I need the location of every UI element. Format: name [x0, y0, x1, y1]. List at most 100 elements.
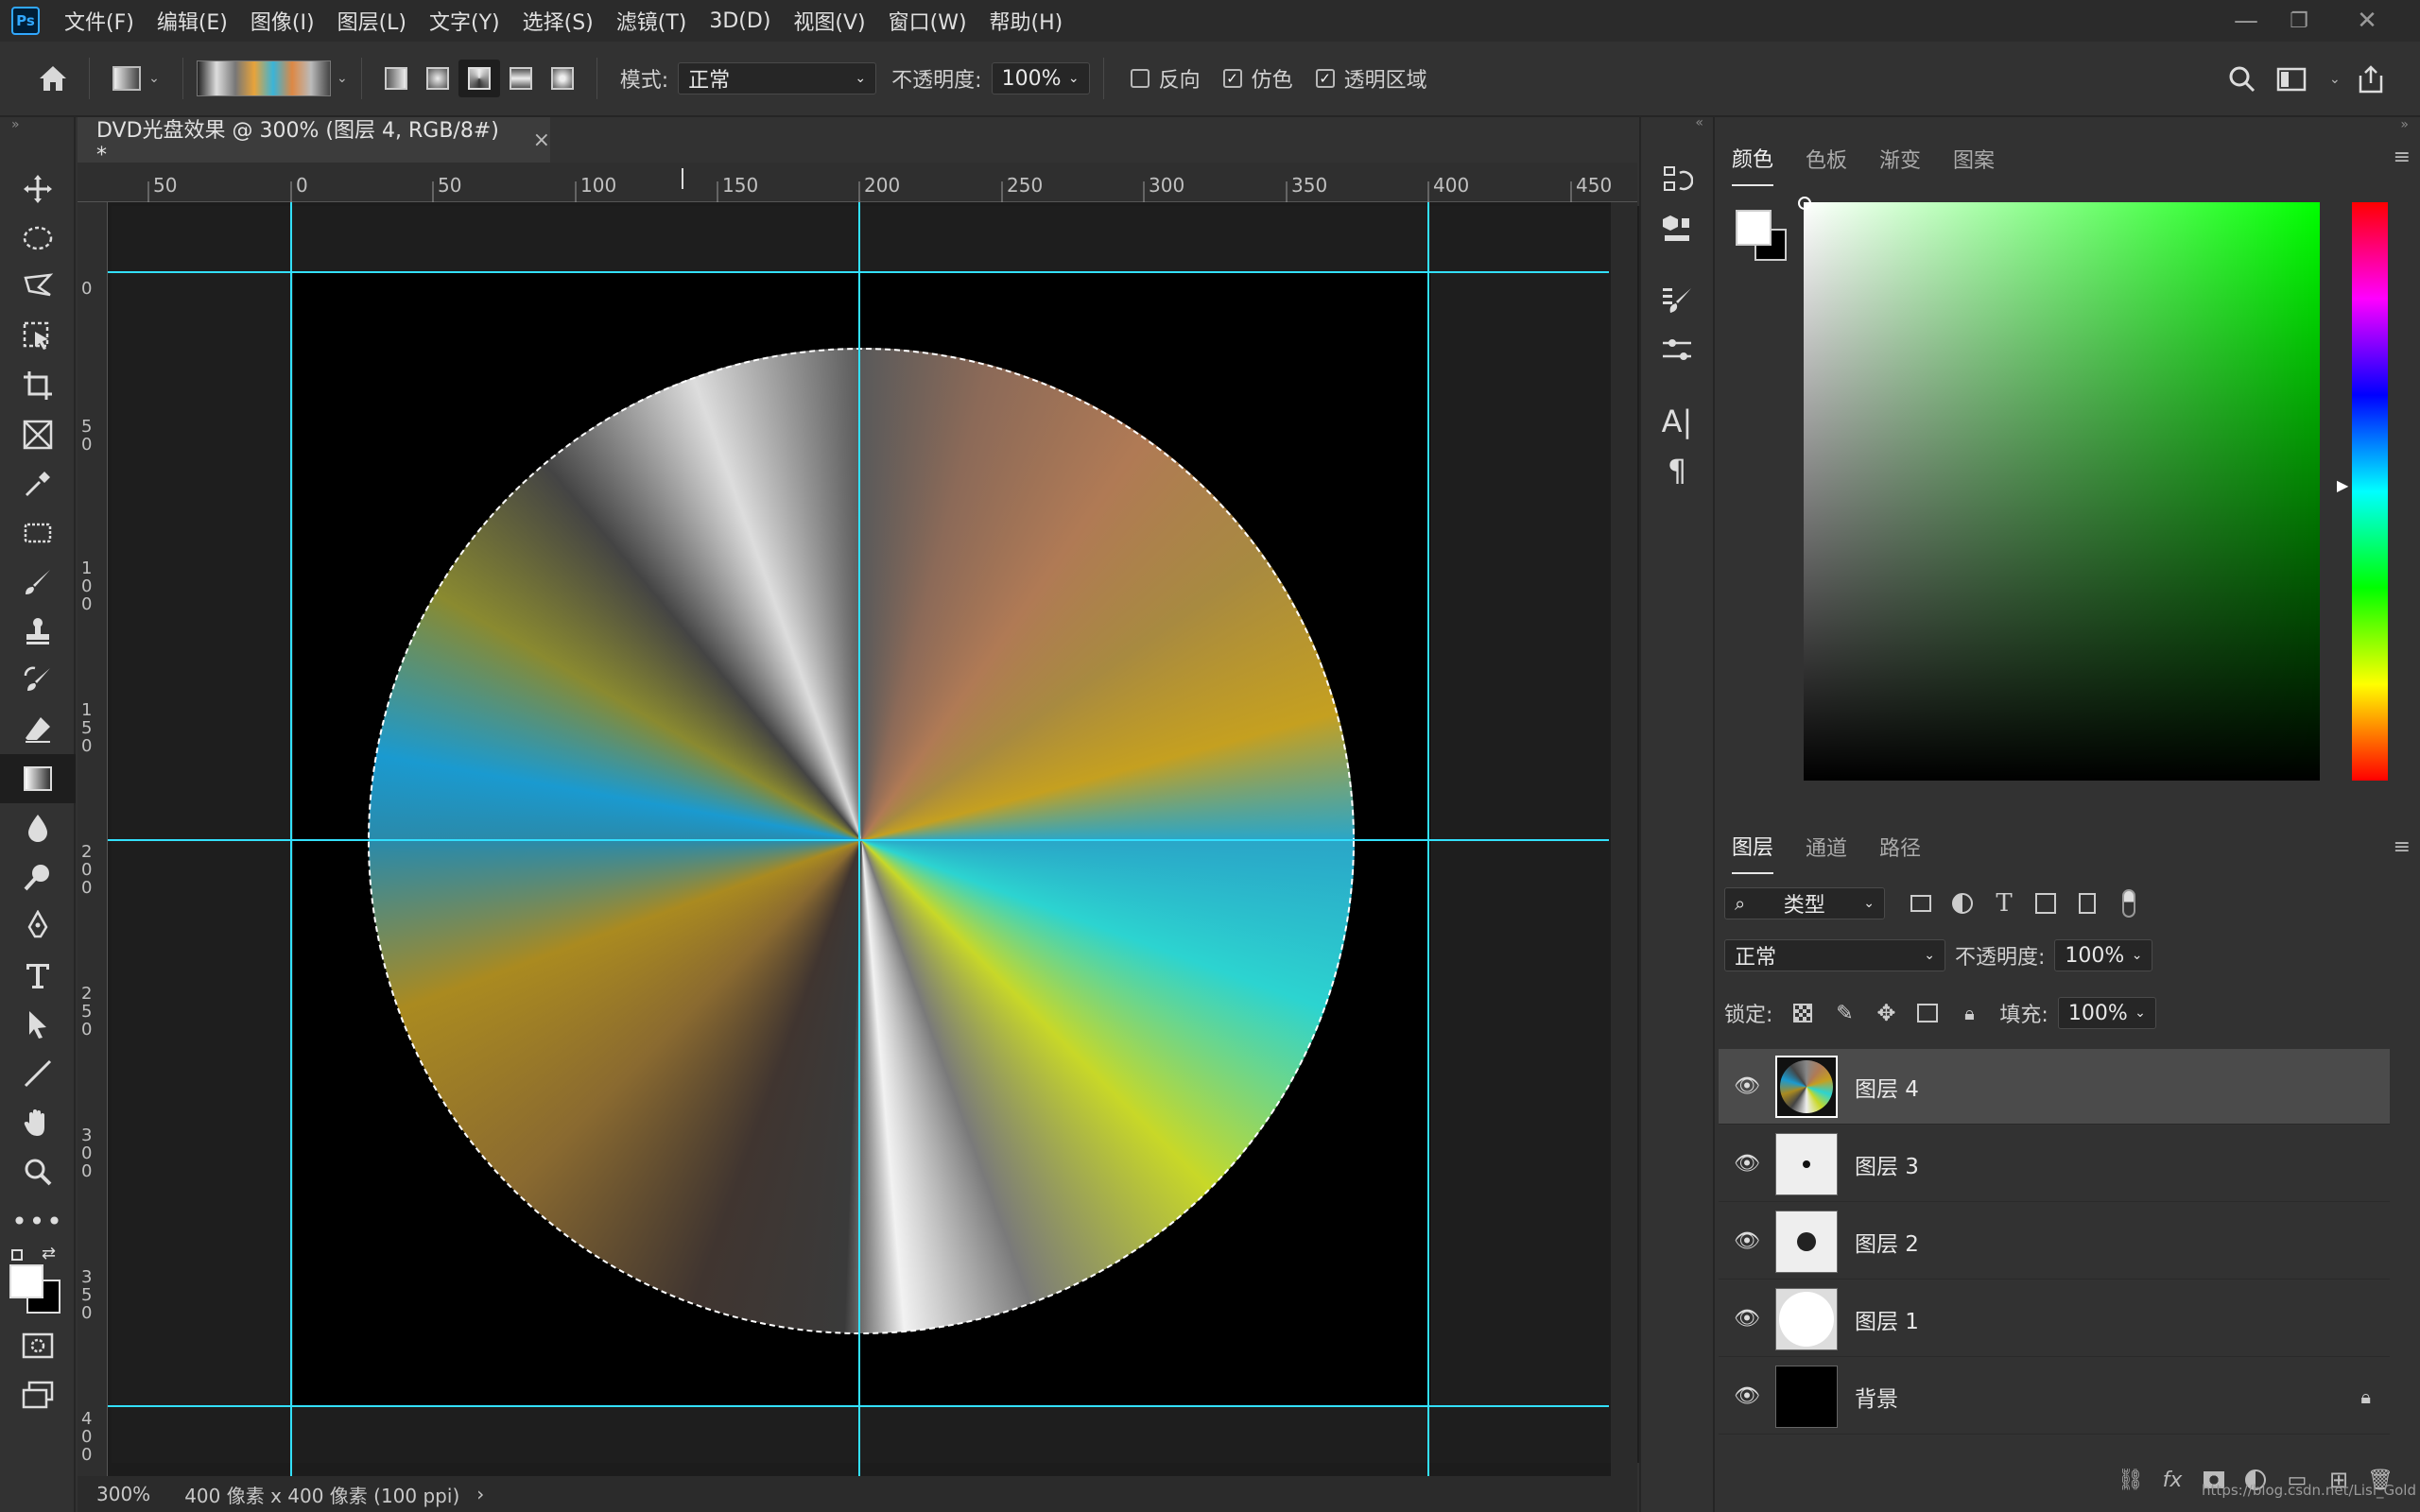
lock-image-button[interactable]: ✎ — [1824, 994, 1865, 1032]
path-selection-tool[interactable] — [0, 1000, 76, 1049]
brush-settings-button[interactable] — [1641, 276, 1713, 325]
tab-patterns[interactable]: 图案 — [1953, 132, 1995, 185]
collapse-icon[interactable]: » — [1717, 117, 2420, 132]
layer-row[interactable]: 👁︎ 背景 🔒︎ — [1719, 1359, 2390, 1435]
visibility-toggle[interactable]: 👁︎ — [1719, 1229, 1775, 1253]
canvas[interactable] — [78, 163, 1637, 1476]
reverse-checkbox[interactable] — [1130, 69, 1150, 88]
zoom-tool[interactable] — [0, 1147, 76, 1196]
eyedropper-tool[interactable] — [0, 459, 76, 508]
3d-panel-button[interactable] — [1641, 204, 1713, 253]
layer-row[interactable]: 👁︎ 图层 2 — [1719, 1204, 2390, 1280]
filter-shape-button[interactable] — [2025, 885, 2066, 922]
visibility-toggle[interactable]: 👁︎ — [1719, 1307, 1775, 1331]
diamond-gradient-button[interactable] — [542, 60, 583, 97]
patch-tool[interactable] — [0, 508, 76, 558]
home-button[interactable] — [30, 60, 76, 97]
tab-layers[interactable]: 图层 — [1732, 819, 1774, 874]
mode-select[interactable]: 正常 ⌄ — [678, 62, 877, 94]
character-panel-button[interactable]: A| — [1641, 397, 1713, 446]
visibility-toggle[interactable]: 👁︎ — [1719, 1152, 1775, 1176]
menu-layer[interactable]: 图层(L) — [326, 6, 418, 36]
foreground-color-swatch[interactable] — [9, 1264, 43, 1298]
crop-tool[interactable] — [0, 361, 76, 410]
panel-menu-icon[interactable]: ≡ — [2394, 146, 2411, 169]
dodge-tool[interactable] — [0, 852, 76, 902]
tool-preset-picker[interactable]: ⌄ — [103, 60, 169, 97]
history-brush-tool[interactable] — [0, 656, 76, 705]
menu-select[interactable]: 选择(S) — [511, 6, 605, 36]
move-tool[interactable] — [0, 164, 76, 214]
filter-toggle[interactable] — [2108, 885, 2150, 922]
type-tool[interactable] — [0, 951, 76, 1000]
menu-view[interactable]: 视图(V) — [782, 6, 876, 36]
lock-artboard-button[interactable] — [1907, 994, 1948, 1032]
lock-transparent-button[interactable] — [1782, 994, 1824, 1032]
object-selection-tool[interactable] — [0, 312, 76, 361]
panel-menu-icon[interactable]: ≡ — [2394, 835, 2411, 859]
layer-opacity-input[interactable]: 100% ⌄ — [2054, 939, 2153, 971]
collapse-icon[interactable]: « — [1641, 116, 1713, 155]
brush-tool[interactable] — [0, 558, 76, 607]
blur-tool[interactable] — [0, 803, 76, 852]
screen-mode-button[interactable] — [0, 1370, 76, 1419]
tab-color[interactable]: 颜色 — [1732, 131, 1774, 186]
tab-paths[interactable]: 路径 — [1879, 820, 1921, 873]
hue-slider[interactable] — [2352, 202, 2388, 781]
lock-all-button[interactable]: 🔒︎ — [1948, 994, 1990, 1032]
linear-gradient-button[interactable] — [375, 60, 417, 97]
chevron-down-icon[interactable]: ⌄ — [2329, 72, 2341, 87]
quick-mask-button[interactable] — [0, 1321, 76, 1370]
document-tab[interactable]: DVD光盘效果 @ 300% (图层 4, RGB/8#) * × — [78, 117, 550, 167]
transparency-checkbox[interactable]: ✓ — [1315, 69, 1335, 88]
vertical-scrollbar[interactable] — [1611, 202, 1637, 1476]
visibility-toggle[interactable]: 👁︎ — [1719, 1384, 1775, 1408]
vertical-ruler[interactable]: 0 5 0 1 0 0 1 5 0 2 0 0 2 5 0 3 0 0 3 5 … — [78, 202, 108, 1476]
pen-tool[interactable] — [0, 902, 76, 951]
menu-filter[interactable]: 滤镜(T) — [605, 6, 699, 36]
tab-swatches[interactable]: 色板 — [1806, 132, 1847, 185]
collapse-icon[interactable]: » — [0, 117, 74, 132]
fill-input[interactable]: 100% ⌄ — [2057, 997, 2156, 1029]
panel-foreground-swatch[interactable] — [1736, 210, 1772, 246]
reflected-gradient-button[interactable] — [500, 60, 542, 97]
add-style-button[interactable]: fx — [2152, 1461, 2193, 1499]
opacity-input[interactable]: 100% ⌄ — [991, 62, 1090, 94]
share-button[interactable] — [2350, 60, 2392, 98]
lock-position-button[interactable]: ✥ — [1865, 994, 1907, 1032]
layer-filter-select[interactable]: ⌕ 类型 ⌄ — [1724, 887, 1885, 919]
workspace-button[interactable] — [2263, 60, 2320, 98]
restore-button[interactable]: ❐ — [2273, 0, 2325, 42]
search-button[interactable] — [2221, 60, 2263, 98]
tab-gradients[interactable]: 渐变 — [1879, 132, 1921, 185]
frame-tool[interactable] — [0, 410, 76, 459]
lasso-tool[interactable] — [0, 263, 76, 312]
paragraph-panel-button[interactable]: ¶ — [1641, 446, 1713, 495]
layer-row[interactable]: 👁︎ 图层 4 — [1719, 1049, 2390, 1125]
line-tool[interactable] — [0, 1049, 76, 1098]
gradient-picker[interactable]: ⌄ — [197, 60, 348, 96]
clone-stamp-tool[interactable] — [0, 607, 76, 656]
swap-colors-icon[interactable]: ⇄ — [42, 1244, 56, 1263]
dither-checkbox[interactable]: ✓ — [1222, 69, 1242, 88]
horizontal-ruler[interactable]: 50 0 50 100 150 200 250 300 350 400 450 — [78, 163, 1637, 202]
saturation-brightness-field[interactable] — [1798, 197, 2320, 781]
tab-channels[interactable]: 通道 — [1806, 820, 1847, 873]
hand-tool[interactable] — [0, 1098, 76, 1147]
close-tab-icon[interactable]: × — [533, 129, 550, 152]
close-button[interactable]: ✕ — [2341, 0, 2394, 42]
status-menu-arrow[interactable]: › — [476, 1483, 484, 1505]
angle-gradient-button[interactable] — [458, 60, 500, 97]
radial-gradient-button[interactable] — [417, 60, 458, 97]
layer-row[interactable]: 👁︎ 图层 3 — [1719, 1126, 2390, 1202]
filter-smart-object-button[interactable] — [2066, 885, 2108, 922]
filter-type-button[interactable]: T — [1983, 885, 2025, 922]
history-panel-button[interactable] — [1641, 155, 1713, 204]
visibility-toggle[interactable]: 👁︎ — [1719, 1074, 1775, 1098]
blend-mode-select[interactable]: 正常 ⌄ — [1724, 939, 1945, 971]
menu-type[interactable]: 文字(Y) — [418, 6, 511, 36]
default-colors-icon[interactable] — [11, 1249, 23, 1261]
adjustments-button[interactable] — [1641, 325, 1713, 374]
filter-pixel-button[interactable] — [1900, 885, 1942, 922]
menu-image[interactable]: 图像(I) — [239, 6, 326, 36]
